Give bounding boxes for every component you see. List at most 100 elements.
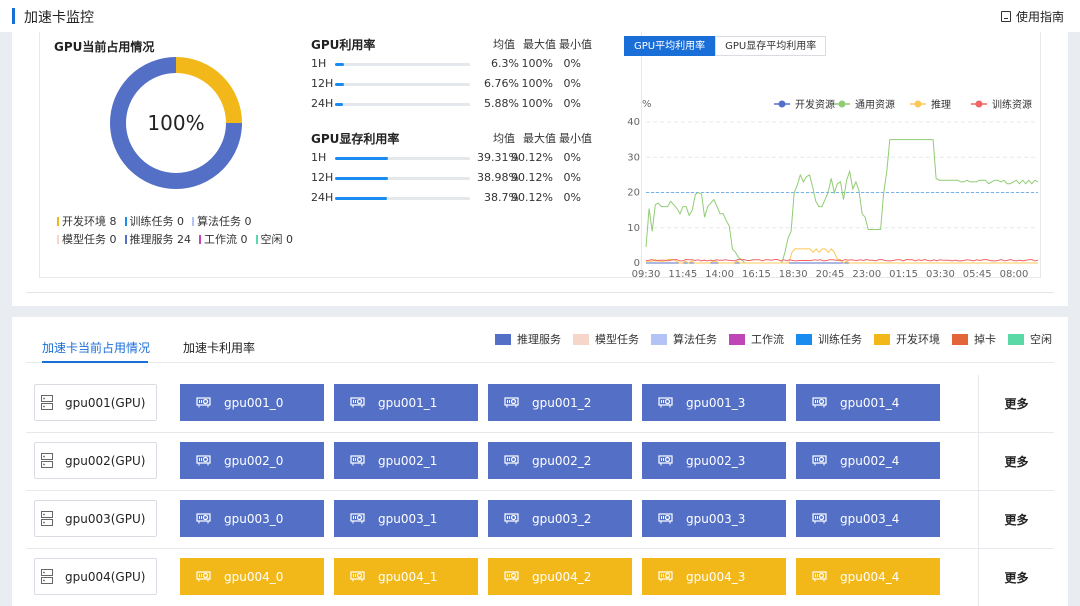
gpu-node-row: gpu004(GPU) gpu004_0 gpu004_1 gpu004_2 gpu00… xyxy=(26,549,1054,606)
top-bar: 加速卡监控 使用指南 xyxy=(0,0,1080,32)
gpu-card-icon xyxy=(350,571,365,582)
period-label: 12H xyxy=(311,77,334,90)
util-bar-track xyxy=(335,103,470,106)
legend-label: 模型任务 0 xyxy=(62,233,117,246)
status-label: 空闲 xyxy=(1030,333,1052,346)
avg-value: 6.76% xyxy=(484,77,519,90)
gpu-card[interactable]: gpu003_2 xyxy=(488,500,632,537)
gpu-card-label: gpu003_4 xyxy=(840,511,900,526)
status-legend-item: 模型任务 xyxy=(573,331,639,347)
gpu-card[interactable]: gpu002_2 xyxy=(488,442,632,479)
gpu-card-label: gpu004_2 xyxy=(532,569,592,584)
tab-card-occupancy[interactable]: 加速卡当前占用情况 xyxy=(42,339,150,356)
max-value: 90.12% xyxy=(511,151,553,164)
server-icon xyxy=(41,568,53,585)
status-label: 推理服务 xyxy=(517,333,561,346)
period-label: 1H xyxy=(311,57,327,70)
node-button[interactable]: gpu003(GPU) xyxy=(34,500,157,537)
legend-item: 开发环境 8 xyxy=(57,213,117,229)
x-tick-label: 16:15 xyxy=(742,269,771,280)
gpu-card[interactable]: gpu001_1 xyxy=(334,384,478,421)
legend-label: 推理服务 24 xyxy=(129,233,192,246)
gpu-card[interactable]: gpu001_4 xyxy=(796,384,940,421)
legend-marker xyxy=(124,234,127,244)
more-button[interactable]: 更多 xyxy=(978,491,1054,548)
gpu-card[interactable]: gpu003_0 xyxy=(180,500,324,537)
metric-title: GPU利用率 xyxy=(311,38,376,52)
node-button[interactable]: gpu002(GPU) xyxy=(34,442,157,479)
max-value: 90.12% xyxy=(511,191,553,204)
util-bar-track xyxy=(335,197,470,200)
user-guide-link[interactable]: 使用指南 xyxy=(1000,8,1064,25)
gpu-card-icon xyxy=(658,455,673,466)
x-tick-label: 11:45 xyxy=(668,269,697,280)
gpu-card-label: gpu004_3 xyxy=(686,569,746,584)
gpu-card[interactable]: gpu003_4 xyxy=(796,500,940,537)
gpu-card-label: gpu001_3 xyxy=(686,395,746,410)
period-label: 24H xyxy=(311,191,334,204)
gpu-card[interactable]: gpu001_3 xyxy=(642,384,786,421)
min-value: 0% xyxy=(563,171,581,184)
metric-header: GPU利用率 均值 最大值 最小值 xyxy=(311,34,611,54)
gpu-card-icon xyxy=(196,455,211,466)
status-label: 算法任务 xyxy=(673,333,717,346)
gpu-card-label: gpu001_2 xyxy=(532,395,592,410)
max-value: 90.12% xyxy=(511,171,553,184)
gpu-card[interactable]: gpu004_2 xyxy=(488,558,632,595)
x-tick-label: 18:30 xyxy=(779,269,808,280)
gpu-card-icon xyxy=(812,571,827,582)
util-bar-fill xyxy=(335,157,389,160)
metric-header: GPU显存利用率 均值 最大值 最小值 xyxy=(311,128,611,148)
gpu-node-row: gpu003(GPU) gpu003_0 gpu003_1 gpu003_2 gpu00… xyxy=(26,491,1054,549)
gpu-card-icon xyxy=(504,455,519,466)
more-button[interactable]: 更多 xyxy=(978,375,1054,432)
gpu-card-icon xyxy=(658,397,673,408)
tab-trend-0[interactable]: GPU平均利用率 xyxy=(624,36,716,56)
status-legend-item: 掉卡 xyxy=(952,331,996,347)
gpu-card[interactable]: gpu002_3 xyxy=(642,442,786,479)
period-label: 12H xyxy=(311,171,334,184)
legend-dot xyxy=(838,100,846,108)
gpu-card[interactable]: gpu002_4 xyxy=(796,442,940,479)
gpu-card[interactable]: gpu004_1 xyxy=(334,558,478,595)
gpu-card[interactable]: gpu004_3 xyxy=(642,558,786,595)
util-bar-track xyxy=(335,177,470,180)
gpu-mem-util-block: GPU显存利用率 均值 最大值 最小值 1H 39.31% 90.12% 0% 12H 38.98… xyxy=(311,128,611,208)
node-name: gpu004(GPU) xyxy=(65,569,146,584)
status-swatch xyxy=(952,333,968,345)
tab-trend-1[interactable]: GPU显存平均利用率 xyxy=(715,36,827,56)
x-tick-label: 23:00 xyxy=(852,269,881,280)
more-button[interactable]: 更多 xyxy=(978,433,1054,490)
gpu-card[interactable]: gpu002_0 xyxy=(180,442,324,479)
gpu-card-label: gpu003_1 xyxy=(378,511,438,526)
gpu-card[interactable]: gpu001_2 xyxy=(488,384,632,421)
legend-label: 开发环境 8 xyxy=(62,215,117,228)
metric-row: 1H 6.3% 100% 0% xyxy=(311,54,611,74)
gpu-card[interactable]: gpu003_3 xyxy=(642,500,786,537)
period-label: 24H xyxy=(311,97,334,110)
gpu-card[interactable]: gpu001_0 xyxy=(180,384,324,421)
gpu-card-icon xyxy=(350,397,365,408)
gpu-card[interactable]: gpu004_0 xyxy=(180,558,324,595)
status-label: 模型任务 xyxy=(595,333,639,346)
min-value: 0% xyxy=(563,191,581,204)
more-button[interactable]: 更多 xyxy=(978,549,1054,606)
gpu-card-icon xyxy=(196,513,211,524)
node-button[interactable]: gpu001(GPU) xyxy=(34,384,157,421)
status-legend-item: 算法任务 xyxy=(651,331,717,347)
gpu-card-icon xyxy=(504,571,519,582)
node-button[interactable]: gpu004(GPU) xyxy=(34,558,157,595)
node-name: gpu003(GPU) xyxy=(65,511,146,526)
gpu-card[interactable]: gpu003_1 xyxy=(334,500,478,537)
header-avg: 均值 xyxy=(493,132,515,145)
gpu-node-row: gpu001(GPU) gpu001_0 gpu001_1 gpu001_2 gpu00… xyxy=(26,375,1054,433)
metric-row: 24H 5.88% 100% 0% xyxy=(311,94,611,114)
gpu-card[interactable]: gpu004_4 xyxy=(796,558,940,595)
node-name: gpu001(GPU) xyxy=(65,395,146,410)
metric-row: 24H 38.7% 90.12% 0% xyxy=(311,188,611,208)
gpu-card-icon xyxy=(196,397,211,408)
tab-card-utilization[interactable]: 加速卡利用率 xyxy=(183,339,255,356)
max-value: 100% xyxy=(521,77,553,90)
status-swatch xyxy=(495,333,511,345)
gpu-card[interactable]: gpu002_1 xyxy=(334,442,478,479)
